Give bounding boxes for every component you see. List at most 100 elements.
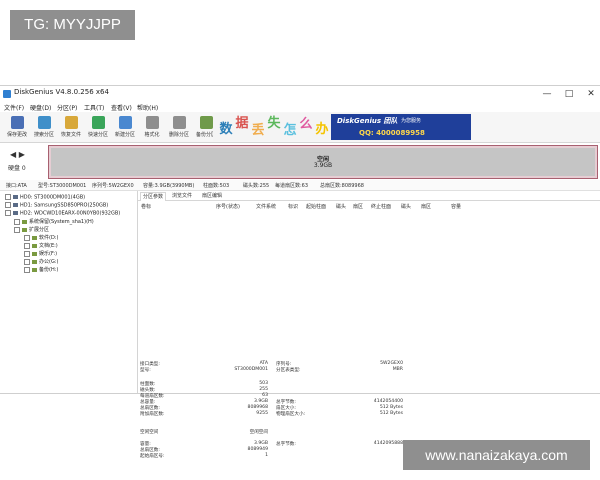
info-heads: 磁头数:255 bbox=[243, 183, 270, 189]
tab-sector-edit[interactable]: 扇区编辑 bbox=[202, 192, 222, 200]
minimize-button[interactable]: — bbox=[538, 88, 556, 100]
partition-icon bbox=[32, 267, 37, 272]
disk-map-bar: ◀ ▶ 硬盘 0 空闲 3.9GB bbox=[0, 143, 600, 180]
banner-qq: QQ: 4000089958 bbox=[359, 129, 425, 137]
title-bar: DiskGenius V4.8.0.256 x64 — □ ✕ bbox=[0, 86, 600, 102]
col-index-status: 序号(状态) bbox=[216, 204, 240, 210]
detail-value: 3.9GB bbox=[253, 399, 268, 404]
new-partition-button[interactable]: 新建分区 bbox=[114, 114, 136, 142]
banner-brand-sub: 为您服务 bbox=[401, 118, 422, 124]
search-partition-button[interactable]: 搜索分区 bbox=[33, 114, 55, 142]
quick-partition-button[interactable]: 快速分区 bbox=[87, 114, 109, 142]
partition-panel: 分区参数 浏览文件 扇区编辑 卷标 序号(状态) 文件系统 标识 起始柱面 磁头… bbox=[138, 191, 600, 459]
col-capacity: 容量 bbox=[451, 204, 462, 210]
col-end-head: 磁头 bbox=[401, 204, 412, 210]
partition-table-header: 卷标 序号(状态) 文件系统 标识 起始柱面 磁头 扇区 终止柱面 磁头 扇区 … bbox=[138, 202, 600, 211]
disk-label: 硬盘 0 bbox=[8, 165, 26, 172]
detail-value: 5W2GEX0 bbox=[380, 361, 403, 366]
tab-partition-params[interactable]: 分区参数 bbox=[140, 192, 167, 201]
search-partition-label: 搜索分区 bbox=[33, 132, 54, 138]
watermark-bottom: www.nanaizakaya.com bbox=[403, 440, 590, 470]
format-button[interactable]: 格式化 bbox=[141, 114, 163, 142]
free-space-header-key: 空闲空间 bbox=[140, 430, 159, 435]
partition-list-area[interactable] bbox=[138, 212, 600, 362]
free-space-block[interactable]: 空闲 3.9GB bbox=[48, 145, 598, 179]
banner-char: 办 bbox=[315, 122, 329, 137]
format-icon bbox=[146, 116, 159, 129]
disk-icon bbox=[13, 195, 18, 199]
menu-view[interactable]: 查看(V) bbox=[111, 103, 132, 112]
menu-partition[interactable]: 分区(P) bbox=[57, 103, 77, 112]
tree-item-entertainment[interactable]: 娱乐(F:) bbox=[24, 250, 57, 257]
detail-key: 起始扇区号: bbox=[140, 454, 165, 459]
detail-value: 255 bbox=[259, 387, 268, 392]
detail-value: 9255 bbox=[256, 411, 268, 416]
detail-value: 3.9GB bbox=[253, 441, 268, 446]
detail-value: 63 bbox=[262, 393, 268, 398]
save-changes-button[interactable]: 保存更改 bbox=[6, 114, 28, 142]
detail-value: ST3000DM001 bbox=[234, 367, 268, 372]
close-button[interactable]: ✕ bbox=[582, 88, 600, 100]
detail-value: 503 bbox=[259, 381, 268, 386]
info-total-sectors: 总扇区数:8089968 bbox=[320, 183, 364, 189]
tree-item-backup[interactable]: 备份(H:) bbox=[24, 266, 58, 273]
tree-item-hd1[interactable]: HD1: SamsungSSD850PRO(250GB) bbox=[5, 202, 108, 209]
col-end-cylinder: 终止柱面 bbox=[371, 204, 392, 210]
quick-partition-label: 快速分区 bbox=[87, 132, 108, 138]
free-space-size: 3.9GB bbox=[313, 162, 333, 169]
partition-icon bbox=[32, 235, 37, 240]
backup-icon bbox=[200, 116, 213, 129]
detail-key: 分区表类型: bbox=[276, 368, 301, 373]
tree-item-software[interactable]: 软件(D:) bbox=[24, 234, 58, 241]
quick-partition-icon bbox=[92, 116, 105, 129]
col-end-sector: 扇区 bbox=[421, 204, 432, 210]
menu-tools[interactable]: 工具(T) bbox=[84, 103, 104, 112]
detail-key: 附加扇区数: bbox=[140, 412, 165, 417]
col-id: 标识 bbox=[288, 204, 299, 210]
detail-value: 8089968 bbox=[247, 405, 268, 410]
delete-partition-button[interactable]: 删除分区 bbox=[168, 114, 190, 142]
save-icon bbox=[11, 116, 24, 129]
format-label: 格式化 bbox=[144, 132, 160, 138]
menu-disk[interactable]: 硬盘(D) bbox=[30, 103, 51, 112]
recover-files-label: 恢复文件 bbox=[60, 132, 81, 138]
delete-partition-label: 删除分区 bbox=[168, 132, 189, 138]
detail-key: 物理扇区大小: bbox=[276, 412, 306, 417]
disk-icon bbox=[13, 211, 18, 215]
tree-item-documents[interactable]: 文档(E:) bbox=[24, 242, 58, 249]
tree-item-hd0[interactable]: HD0: ST3000DM001(4GB) bbox=[5, 194, 85, 201]
recover-icon bbox=[65, 116, 78, 129]
info-capacity: 容量:3.9GB(3990MB) bbox=[143, 183, 195, 189]
detail-value: 4142095888 bbox=[373, 441, 403, 446]
maximize-button[interactable]: □ bbox=[560, 88, 578, 100]
partition-icon bbox=[32, 251, 37, 256]
col-volume: 卷标 bbox=[141, 204, 152, 210]
col-start-cylinder: 起始柱面 bbox=[306, 204, 327, 210]
disk-icon bbox=[13, 203, 18, 207]
disk-nav-arrows[interactable]: ◀ ▶ bbox=[10, 150, 25, 159]
tree-item-system-reserved[interactable]: 系统保留(System_sha1)(H) bbox=[14, 218, 94, 225]
toolbar: 保存更改 搜索分区 恢复文件 快速分区 新建分区 格式化 删除分区 备份分区 数… bbox=[0, 112, 600, 143]
new-partition-icon bbox=[119, 116, 132, 129]
info-interface: 接口:ATA bbox=[6, 183, 27, 189]
detail-value: 8089949 bbox=[247, 447, 268, 452]
tree-item-extended[interactable]: 扩展分区 bbox=[14, 226, 49, 233]
watermark-top: TG: MYYJJPP bbox=[10, 10, 135, 40]
tree-item-hd2[interactable]: HD2: WDCWD10EARX-00N0YB0(932GB) bbox=[5, 210, 120, 217]
recover-files-button[interactable]: 恢复文件 bbox=[60, 114, 82, 142]
detail-key: 总字节数: bbox=[276, 442, 296, 447]
partition-icon bbox=[32, 243, 37, 248]
search-icon bbox=[38, 116, 51, 129]
menu-help[interactable]: 帮助(H) bbox=[137, 103, 158, 112]
ad-banner[interactable]: 数 据 丢 失 怎 么 办 DiskGenius 团队 为您服务 QQ: 400… bbox=[213, 113, 471, 141]
info-cylinders: 柱面数:503 bbox=[203, 183, 230, 189]
banner-brand-box: DiskGenius 团队 为您服务 QQ: 4000089958 bbox=[331, 114, 471, 140]
tab-browse-files[interactable]: 浏览文件 bbox=[172, 192, 192, 200]
menu-file[interactable]: 文件(F) bbox=[4, 103, 24, 112]
col-filesystem: 文件系统 bbox=[256, 204, 277, 210]
detail-key: 型号: bbox=[140, 368, 151, 373]
panel-tabs: 分区参数 浏览文件 扇区编辑 bbox=[138, 191, 600, 201]
detail-value: 512 Bytes bbox=[379, 411, 403, 416]
tree-item-office[interactable]: 办公(G:) bbox=[24, 258, 58, 265]
banner-brand: DiskGenius 团队 bbox=[337, 117, 398, 125]
